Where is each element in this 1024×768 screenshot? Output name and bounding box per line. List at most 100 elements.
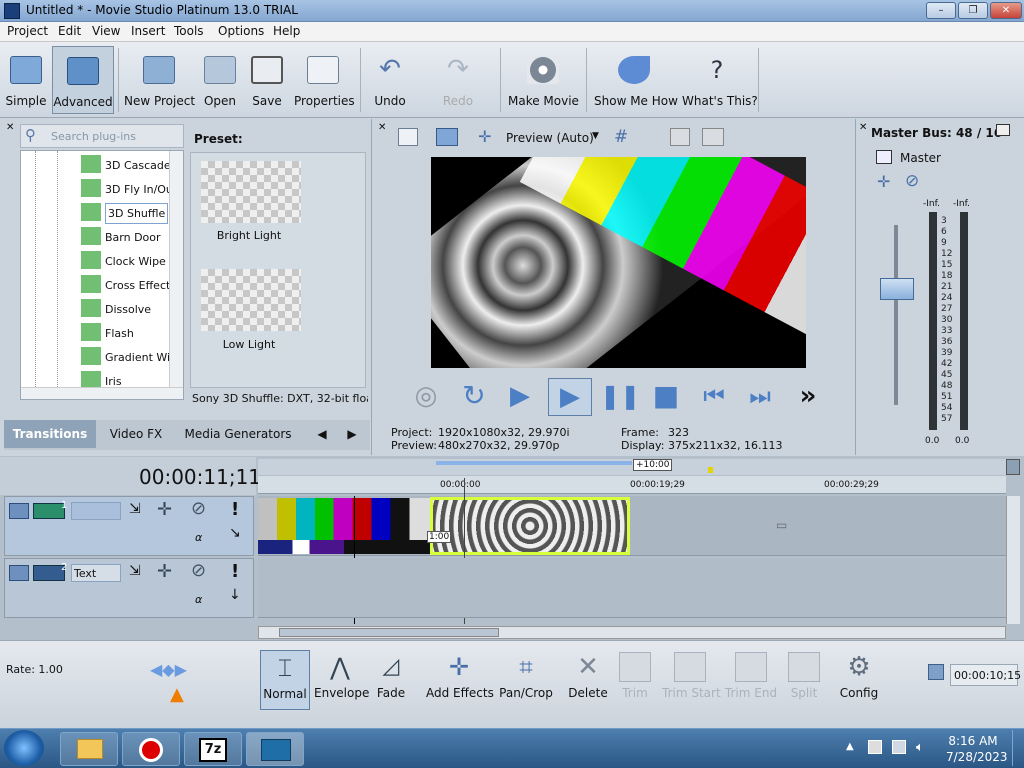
color-bars-clip[interactable] <box>258 498 430 554</box>
save-button[interactable]: Save <box>248 46 286 114</box>
minimize-button[interactable]: – <box>926 2 956 19</box>
loop-region[interactable] <box>436 461 632 465</box>
grid-icon[interactable]: # <box>614 127 628 147</box>
text-track-header[interactable]: 2 Text ⇲ ✛ ⊘ ! α ↓ <box>4 558 254 618</box>
pan-crop-button[interactable]: ⌗ Pan/Crop <box>498 650 554 706</box>
show-desktop-button[interactable] <box>1012 730 1022 766</box>
record-icon[interactable]: ◎ <box>408 378 444 414</box>
pause-icon[interactable]: ❚❚ <box>600 378 640 414</box>
plugin-item[interactable]: Dissolve <box>105 303 151 316</box>
preset-thumbnail-bright[interactable] <box>201 161 301 223</box>
preview-properties-icon[interactable] <box>398 128 418 146</box>
play-from-start-icon[interactable]: ▶ <box>502 378 538 414</box>
split-button[interactable]: Split <box>782 650 826 706</box>
plugin-tree[interactable]: 3D Cascade 3D Fly In/Out 3D Shuffle Barn… <box>20 150 184 400</box>
preset-thumbnail-low[interactable] <box>201 269 301 331</box>
menu-options[interactable]: Options <box>218 24 264 38</box>
timeline-menu-icon[interactable] <box>1006 459 1020 475</box>
open-button[interactable]: Open <box>200 46 240 114</box>
tab-video-fx[interactable]: Video FX <box>96 420 176 448</box>
preview-quality-dropdown[interactable]: Preview (Auto) <box>506 131 594 145</box>
menu-project[interactable]: Project <box>7 24 48 38</box>
network-icon[interactable] <box>892 740 906 754</box>
tab-media-generators[interactable]: Media Generators <box>176 420 300 448</box>
action-center-icon[interactable] <box>868 740 882 754</box>
taskbar-movie-studio[interactable] <box>246 732 304 766</box>
whats-this-button[interactable]: ? What's This? <box>682 46 758 114</box>
compositing-alpha-icon[interactable]: α <box>195 531 202 544</box>
timeline-vertical-scrollbar[interactable] <box>1006 496 1020 624</box>
advanced-button[interactable]: Advanced <box>52 46 114 114</box>
mute-track-icon[interactable]: ⊘ <box>191 498 206 519</box>
redo-button[interactable]: ↷ Redo <box>436 46 480 114</box>
track-name-input[interactable] <box>71 502 121 520</box>
plugin-item-selected[interactable]: 3D Shuffle <box>105 203 169 224</box>
preset-name[interactable]: Low Light <box>191 338 307 351</box>
compositing-mode-icon[interactable]: ⇲ <box>129 563 141 579</box>
config-button[interactable]: ⚙ Config <box>836 650 882 706</box>
close-button[interactable]: ✕ <box>990 2 1022 19</box>
tab-transitions[interactable]: Transitions <box>4 420 96 448</box>
plugin-item[interactable]: Flash <box>105 327 134 340</box>
clock-time[interactable]: 8:16 AM <box>946 734 1000 748</box>
copy-snapshot-icon[interactable] <box>670 128 690 146</box>
taskbar-explorer[interactable] <box>60 732 118 766</box>
horizontal-scrollbar[interactable] <box>21 387 183 399</box>
track-name-input[interactable]: Text <box>71 564 121 582</box>
make-movie-button[interactable]: Make Movie <box>508 46 579 114</box>
shuttle-control-icon[interactable]: ◀◆▶ <box>150 660 187 679</box>
master-fx-icon[interactable]: ✛ <box>877 172 890 191</box>
solo-track-icon[interactable]: ! <box>231 499 239 520</box>
save-snapshot-icon[interactable] <box>702 128 724 146</box>
stop-icon[interactable]: ■ <box>648 378 684 414</box>
properties-button[interactable]: Properties <box>294 46 355 114</box>
mute-icon[interactable]: ⊘ <box>905 171 919 191</box>
play-icon[interactable]: ▶ <box>548 378 592 416</box>
tab-prev-icon[interactable]: ◀ <box>312 420 332 448</box>
trim-end-button[interactable]: Trim End <box>724 650 778 706</box>
show-hidden-icons[interactable]: ▲ <box>846 741 854 752</box>
menu-help[interactable]: Help <box>273 24 300 38</box>
solo-track-icon[interactable]: ! <box>231 561 239 582</box>
normal-tool-button[interactable]: ⌶ Normal <box>260 650 310 710</box>
compositing-alpha-icon[interactable]: α <box>195 593 202 606</box>
trim-start-button[interactable]: Trim Start <box>662 650 721 706</box>
go-to-start-icon[interactable]: ⏮ <box>696 378 732 414</box>
plugin-item[interactable]: Clock Wipe <box>105 255 166 268</box>
preset-name[interactable]: Bright Light <box>191 229 307 242</box>
master-fader[interactable] <box>880 278 914 300</box>
video-track-header[interactable]: 1 ⇲ ✛ ⊘ ! α ↘ <box>4 496 254 556</box>
track-fx-icon[interactable]: ✛ <box>157 561 172 582</box>
new-project-button[interactable]: New Project <box>124 46 195 114</box>
track-fx-icon[interactable]: ✛ <box>157 499 172 520</box>
compositing-mode-icon[interactable]: ⇲ <box>129 501 141 517</box>
loop-icon[interactable]: ↻ <box>456 378 492 414</box>
mixer-properties-icon[interactable] <box>996 124 1010 136</box>
tab-next-icon[interactable]: ▶ <box>342 420 362 448</box>
timeline-ruler[interactable]: 00:00:00 00:00:19;29 00:00:29;29 <box>258 476 1006 494</box>
go-to-end-icon[interactable]: ⏭ <box>742 378 778 414</box>
close-panel-icon[interactable]: ✕ <box>6 122 14 133</box>
master-properties-icon[interactable] <box>876 150 892 164</box>
menu-tools[interactable]: Tools <box>174 24 204 38</box>
plugin-item[interactable]: Barn Door <box>105 231 161 244</box>
shuttle-marker-icon[interactable]: ▲ <box>170 684 184 705</box>
taskbar-7zip[interactable]: 7z <box>184 732 242 766</box>
close-panel-icon[interactable]: ✕ <box>378 122 386 133</box>
scroll-thumb[interactable] <box>279 628 499 637</box>
split-screen-icon[interactable]: ✛ <box>478 127 491 146</box>
fade-tool-button[interactable]: ◿ Fade <box>370 650 412 706</box>
plugin-item[interactable]: 3D Fly In/Out <box>105 183 177 196</box>
fast-forward-icon[interactable]: » <box>790 378 826 414</box>
selected-video-clip[interactable] <box>430 497 630 555</box>
make-compositing-child-icon[interactable]: ↓ <box>229 587 241 603</box>
maximize-button[interactable]: ❐ <box>958 2 988 19</box>
delete-button[interactable]: ✕ Delete <box>566 650 610 706</box>
mute-track-icon[interactable]: ⊘ <box>191 560 206 581</box>
monitor-icon[interactable] <box>436 128 458 146</box>
start-button[interactable] <box>4 730 44 766</box>
chevron-down-icon[interactable]: ▼ <box>592 131 599 141</box>
menu-insert[interactable]: Insert <box>131 24 165 38</box>
trim-button[interactable]: Trim <box>614 650 656 706</box>
track-menu-icon[interactable] <box>9 565 29 581</box>
